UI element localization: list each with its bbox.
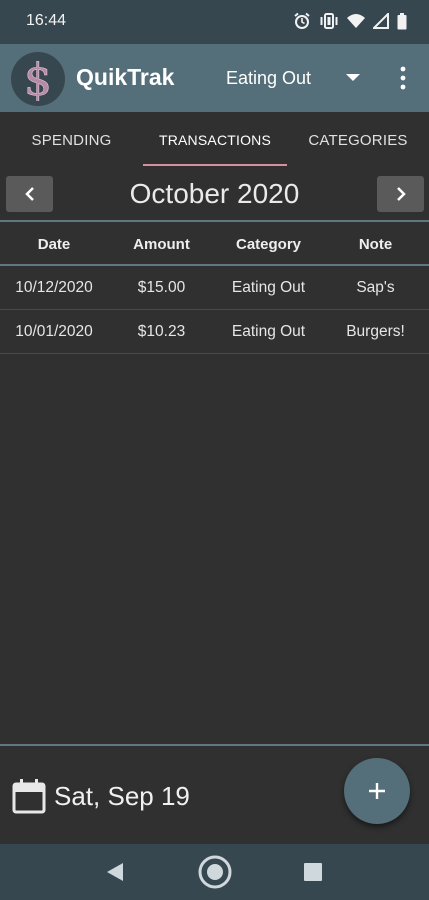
selected-date: Sat, Sep 19 xyxy=(54,780,190,811)
home-icon[interactable] xyxy=(197,854,233,890)
column-header-note: Note xyxy=(358,236,393,253)
vibrate-icon xyxy=(320,13,338,29)
tab-indicator xyxy=(143,164,287,166)
svg-text:$: $ xyxy=(24,57,52,101)
cell-amount: $10.23 xyxy=(137,323,186,340)
wifi-icon xyxy=(347,14,365,28)
cell-amount: $15.00 xyxy=(137,279,186,296)
column-header-amount: Amount xyxy=(133,236,190,253)
table-row[interactable]: 10/01/2020 $10.23 Eating Out Burgers! xyxy=(0,310,429,354)
tab-spending[interactable]: SPENDING xyxy=(0,112,143,168)
cell-note: Sap's xyxy=(356,279,395,296)
app-logo-icon: $ xyxy=(11,52,65,106)
status-bar: 16:44 xyxy=(0,0,429,44)
cell-category: Eating Out xyxy=(231,279,306,296)
category-dropdown[interactable]: Eating Out xyxy=(226,68,360,89)
alarm-icon xyxy=(294,12,310,29)
cell-category: Eating Out xyxy=(231,323,306,340)
system-navigation-bar xyxy=(0,844,429,900)
recents-icon[interactable] xyxy=(304,863,322,881)
column-header-date: Date xyxy=(37,236,71,253)
more-options-button[interactable] xyxy=(393,64,413,92)
category-dropdown-value: Eating Out xyxy=(226,68,312,88)
tab-transactions[interactable]: TRANSACTIONS xyxy=(143,112,287,168)
app-title: QuikTrak xyxy=(76,64,175,90)
month-navigation: October 2020 xyxy=(0,168,429,220)
chevron-right-icon xyxy=(396,187,406,201)
add-transaction-button[interactable] xyxy=(344,758,410,824)
cell-date: 10/12/2020 xyxy=(15,279,93,296)
table-header: Date Amount Category Note xyxy=(0,222,429,264)
cell-note: Burgers! xyxy=(346,323,405,340)
column-header-category: Category xyxy=(235,236,302,253)
tab-categories[interactable]: CATEGORIES xyxy=(287,112,429,168)
calendar-icon xyxy=(12,779,46,814)
next-month-button[interactable] xyxy=(377,176,424,212)
table-row[interactable]: 10/12/2020 $15.00 Eating Out Sap's xyxy=(0,266,429,310)
signal-icon xyxy=(373,13,389,29)
dropdown-arrow-icon xyxy=(346,74,360,81)
cell-date: 10/01/2020 xyxy=(15,323,93,340)
status-time: 16:44 xyxy=(26,12,67,29)
month-label: October 2020 xyxy=(129,178,300,209)
app-bar: $ QuikTrak Eating Out xyxy=(0,44,429,112)
plus-icon xyxy=(369,783,385,799)
battery-icon xyxy=(397,12,407,29)
tab-bar: SPENDING TRANSACTIONS CATEGORIES xyxy=(0,112,429,168)
date-picker[interactable]: Sat, Sep 19 xyxy=(12,778,190,814)
status-icons xyxy=(293,12,407,30)
back-icon[interactable] xyxy=(105,862,125,882)
more-vert-icon xyxy=(400,66,406,90)
